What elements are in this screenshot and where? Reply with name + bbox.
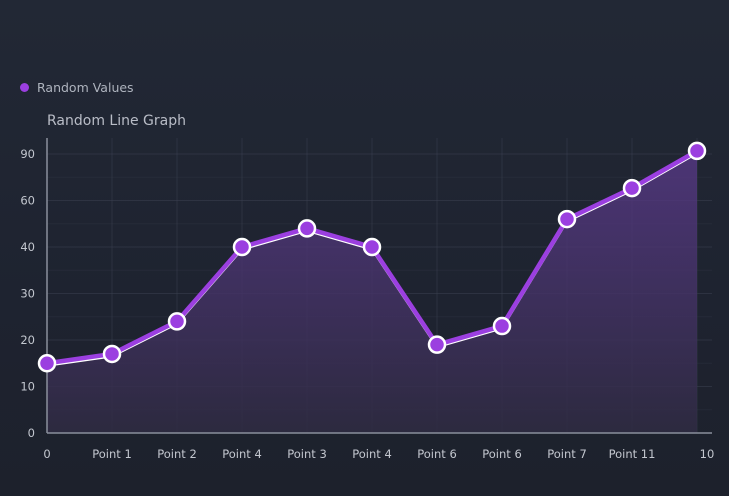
x-tick-label: Point 3: [287, 447, 327, 461]
x-tick-labels: 0 Point 1 Point 2 Point 4 Point 3 Point 4 Poin…: [43, 447, 714, 461]
y-tick-label: 90: [20, 147, 35, 161]
data-point[interactable]: [427, 335, 447, 354]
y-tick-label: 20: [20, 333, 35, 347]
data-point[interactable]: [232, 237, 252, 257]
data-point[interactable]: [167, 312, 187, 331]
x-tick-label: Point 1: [92, 447, 132, 461]
chart: Random Values Random Line Graph 0 Point 1…: [0, 0, 729, 496]
data-point[interactable]: [37, 354, 57, 373]
x-tick-label: 10: [700, 447, 715, 461]
x-tick-label: Point 4: [352, 447, 392, 461]
data-point[interactable]: [102, 344, 122, 364]
x-tick-label: 0: [43, 447, 50, 461]
x-tick-label: Point 4: [222, 447, 262, 461]
y-tick-label: 10: [20, 380, 35, 394]
data-point[interactable]: [622, 178, 642, 198]
data-point[interactable]: [362, 237, 382, 257]
y-tick-label: 60: [20, 194, 35, 208]
y-tick-label: 0: [28, 426, 35, 440]
y-tick-label: 40: [20, 240, 35, 254]
x-tick-label: Point 6: [482, 447, 522, 461]
chart-svg: 0 Point 1 Point 2 Point 4 Point 3 Point 4 Poin…: [20, 138, 714, 461]
x-tick-label: Point 11: [609, 447, 656, 461]
x-tick-label: Point 6: [417, 447, 457, 461]
data-point[interactable]: [297, 219, 317, 238]
x-tick-label: Point 2: [157, 447, 197, 461]
data-point[interactable]: [687, 141, 707, 161]
x-tick-label: Point 7: [547, 447, 587, 461]
data-point[interactable]: [492, 316, 512, 336]
y-tick-label: 30: [20, 287, 35, 301]
data-point[interactable]: [557, 209, 577, 229]
y-tick-labels: 0 10 20 30 40 60 90: [20, 147, 35, 440]
